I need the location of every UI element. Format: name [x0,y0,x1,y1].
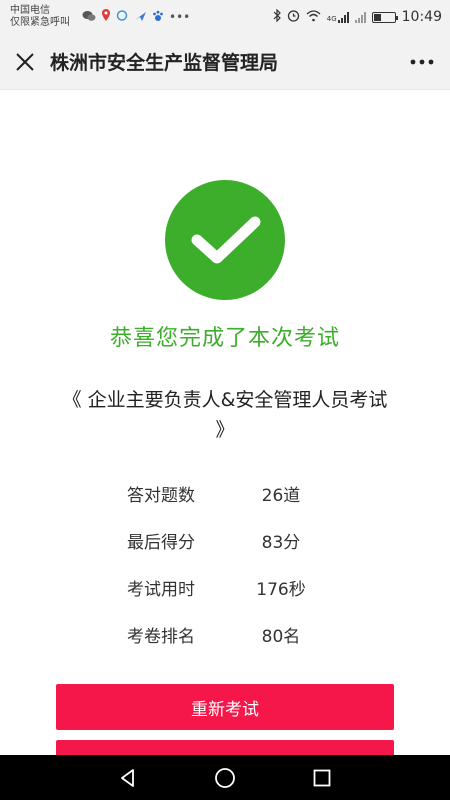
stat-label: 最后得分 [127,533,195,553]
signal-4g: 4G [326,11,349,23]
title-bar: 株洲市安全生产监督管理局 [0,34,450,90]
location-icon [101,9,111,25]
carrier-name: 中国电信 [10,5,50,16]
stat-value: 26道 [261,486,301,506]
retake-exam-button[interactable]: 重新考试 [56,684,394,730]
paw-icon [152,10,164,25]
more-dots-icon [410,59,434,64]
alarm-icon [287,9,300,25]
home-button[interactable] [205,758,245,798]
status-bar: 中国电信 仅限紧急呼叫 ••• 4G 10:49 [0,0,450,34]
stat-label: 考试用时 [127,580,195,600]
no-signal-bars-icon [354,11,366,23]
status-left: 中国电信 仅限紧急呼叫 ••• [10,5,190,29]
stat-row-score: 最后得分 83分 [0,517,450,564]
close-icon [16,52,34,71]
carrier-info: 中国电信 仅限紧急呼叫 [10,5,70,29]
stat-label: 考卷排名 [127,627,195,647]
stat-row-correct: 答对题数 26道 [0,470,450,517]
recents-square-icon [313,769,331,786]
stat-row-time: 考试用时 176秒 [0,564,450,611]
carrier-status: 仅限紧急呼叫 [10,17,70,28]
battery-icon [371,11,398,23]
stat-value: 80名 [261,627,301,647]
more-menu-button[interactable] [394,34,450,90]
status-time: 10:49 [401,9,442,25]
stat-label: 答对题数 [127,486,195,506]
congrats-message: 恭喜您完成了本次考试 [109,326,340,351]
recents-button[interactable] [302,758,342,798]
back-button[interactable] [108,758,148,798]
stat-value: 83分 [261,533,301,553]
back-triangle-icon [121,768,135,787]
status-right: 4G 10:49 [273,8,442,25]
system-nav-bar [0,755,450,800]
chat-bubble-icon [116,9,129,25]
signal-bars-icon [337,11,349,23]
bird-icon [134,10,147,25]
close-button[interactable] [0,34,50,90]
page-title: 株洲市安全生产监督管理局 [50,52,279,74]
bluetooth-icon [273,8,281,25]
exam-name: 《 企业主要负责人&安全管理人员考试 》 [62,389,388,441]
home-circle-icon [215,767,235,788]
wifi-icon [306,9,321,25]
result-page: 恭喜您完成了本次考试 《 企业主要负责人&安全管理人员考试 》 答对题数 26道… [0,90,450,760]
notification-icons: ••• [82,9,190,25]
success-check-icon [165,180,285,300]
stat-value: 176秒 [256,580,306,600]
stat-row-rank: 考卷排名 80名 [0,611,450,658]
wechat-icon [82,10,96,25]
network-type: 4G [326,14,337,23]
more-notifications-icon: ••• [169,10,191,24]
stats-list: 答对题数 26道 最后得分 83分 考试用时 176秒 考卷排名 80名 [0,470,450,658]
